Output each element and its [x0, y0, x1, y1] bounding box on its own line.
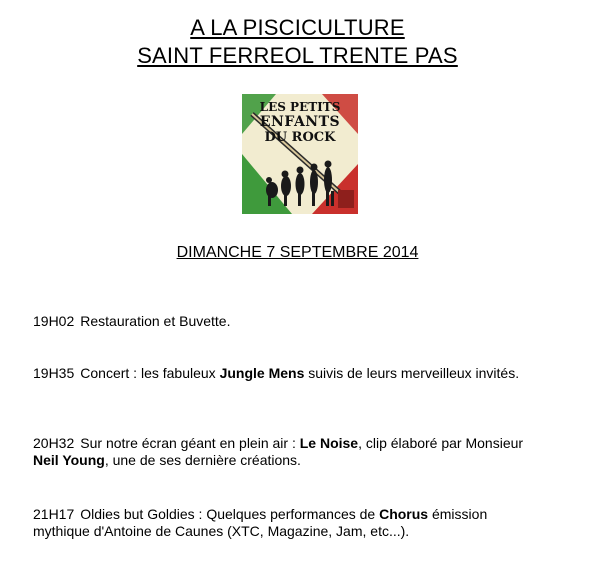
program-text: , clip élaboré par Monsieur	[358, 435, 524, 451]
logo-line-3: DU ROCK	[264, 130, 336, 145]
program-text: Sur notre écran géant en plein air :	[80, 435, 300, 451]
program-item: 20H32 Sur notre écran géant en plein air …	[33, 435, 543, 469]
program-text: , une de ses dernière créations.	[104, 452, 301, 468]
logo-wordmark: LES PETITS ENFANTS DU ROCK	[242, 100, 358, 145]
program-text: suivis de leurs merveilleux invités.	[304, 365, 520, 381]
logo-line-2: ENFANTS	[259, 114, 341, 130]
program-item: 21H17 Oldies but Goldies : Quelques perfo…	[33, 506, 543, 540]
program-highlight: Le Noise	[299, 435, 359, 451]
event-date: DIMANCHE 7 SEPTEMBRE 2014	[176, 244, 419, 261]
program-text: Oldies but Goldies : Quelques performanc…	[80, 506, 380, 522]
event-logo: LES PETITS ENFANTS DU ROCK	[242, 94, 358, 214]
program-time: 20H32	[33, 435, 75, 451]
program-item: 19H02 Restauration et Buvette.	[33, 313, 543, 330]
program-highlight: Chorus	[379, 506, 429, 522]
program-time: 21H17	[33, 506, 75, 522]
program-time: 19H35	[33, 365, 75, 381]
program-item: 19H35 Concert : les fabuleux Jungle Mens …	[33, 365, 543, 382]
flyer-page: A LA PISCICULTURE SAINT FERREOL TRENTE P…	[0, 0, 595, 587]
program-text: Concert : les fabuleux	[80, 365, 220, 381]
program-time: 19H02	[33, 313, 75, 329]
venue-title: A LA PISCICULTURE	[190, 15, 405, 40]
program-text: Restauration et Buvette.	[80, 313, 231, 329]
program-highlight: Jungle Mens	[219, 365, 305, 381]
program-highlight: Neil Young	[33, 452, 105, 468]
venue-location: SAINT FERREOL TRENTE PAS	[137, 43, 458, 68]
logo-line-1: LES PETITS	[259, 100, 341, 114]
